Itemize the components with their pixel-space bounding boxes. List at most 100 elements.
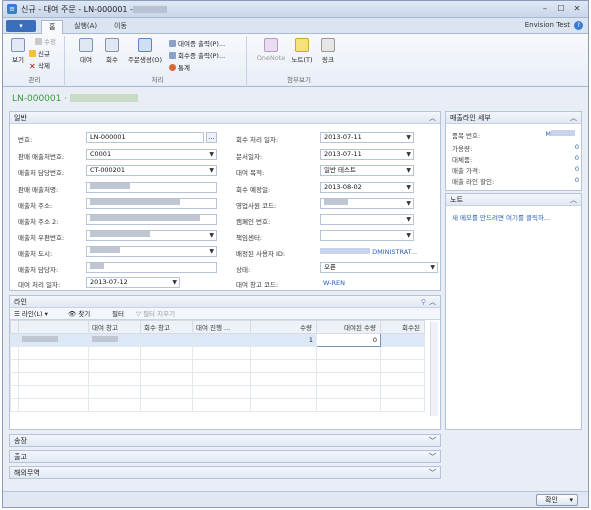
grid-cell[interactable] bbox=[140, 333, 193, 347]
tab-navigate[interactable]: 이동 bbox=[107, 20, 134, 34]
column-header[interactable]: 회수된 bbox=[380, 320, 425, 334]
foreign-trade-fasttab[interactable]: 해외무역 ﹀ bbox=[9, 466, 441, 479]
factbox-value[interactable]: 0 bbox=[575, 143, 579, 151]
return-date-field[interactable]: 2013-07-11 ▼ bbox=[320, 132, 414, 143]
expected-return-date-field[interactable]: 2013-08-02 ▼ bbox=[320, 182, 414, 193]
general-title: 일반 bbox=[14, 114, 27, 122]
chevron-down-icon: ﹀ bbox=[429, 469, 436, 477]
help-icon[interactable]: ? bbox=[574, 21, 583, 30]
row-selector-header bbox=[10, 320, 19, 334]
onenote-button[interactable]: OneNote bbox=[255, 38, 287, 62]
column-header[interactable]: 수량 bbox=[250, 320, 317, 334]
address-field[interactable] bbox=[86, 198, 217, 209]
edit-button[interactable]: 수정 bbox=[35, 37, 56, 47]
document-date-field[interactable]: 2013-07-11 ▼ bbox=[320, 149, 414, 160]
column-header[interactable]: 회수 창고 bbox=[140, 320, 193, 334]
new-button[interactable]: 신규 bbox=[29, 49, 50, 59]
create-order-button[interactable]: 주문생성(O) bbox=[125, 38, 165, 64]
factbox-value[interactable]: 0 bbox=[575, 165, 579, 173]
row-selector[interactable] bbox=[10, 333, 19, 347]
clear-filter-button[interactable]: ▽ 필터 지우기 bbox=[136, 309, 175, 319]
line-details-factbox: 매출라인 세부 ︿ 품목 번호: M 가용량: 0 대체품: 0 매출 가격: 0 매출… bbox=[445, 111, 582, 191]
lines-header[interactable]: 라인 ⚲ ︿ bbox=[10, 296, 440, 308]
table-row[interactable] bbox=[10, 346, 425, 360]
find-button[interactable]: 👁 찾기 bbox=[68, 309, 90, 319]
return-button[interactable]: 회수 bbox=[101, 38, 123, 64]
return-shipment-print-button[interactable]: 회수증 출력(P)... bbox=[169, 51, 225, 61]
salesperson-code-field[interactable]: ▼ bbox=[320, 198, 414, 209]
factbox-value[interactable]: 0 bbox=[575, 154, 579, 162]
chevron-down-icon: ▾ bbox=[42, 310, 48, 318]
column-header[interactable]: 대여된 수량 bbox=[316, 320, 381, 334]
onenote-icon bbox=[264, 38, 278, 52]
factbox-value[interactable]: M bbox=[545, 130, 575, 138]
rent-button[interactable]: 대여 bbox=[75, 38, 97, 64]
ok-button[interactable]: 확인 ▾ bbox=[536, 494, 578, 506]
new-note-link[interactable]: 새 메모를 만드려면 여기를 클릭하... bbox=[452, 212, 550, 222]
table-row[interactable] bbox=[10, 372, 425, 386]
no-field[interactable]: LN-000001 bbox=[86, 132, 204, 143]
purpose-field[interactable]: 일반 테스트 ▼ bbox=[320, 165, 414, 176]
notes-label: 노트(T) bbox=[291, 56, 313, 64]
table-row[interactable] bbox=[10, 398, 425, 412]
campaign-no-field[interactable]: ▼ bbox=[320, 214, 414, 225]
dropdown-icon: ▼ bbox=[430, 264, 435, 271]
rent-date-field[interactable]: 2013-07-12 ▼ bbox=[86, 277, 180, 288]
post-code-field[interactable]: ▼ bbox=[86, 230, 217, 241]
address2-field[interactable] bbox=[86, 214, 217, 225]
search-icon[interactable]: ⚲ bbox=[421, 296, 426, 308]
rented-quantity-cell[interactable]: 0 bbox=[316, 333, 381, 347]
field-label: 판매 매출처번호: bbox=[18, 153, 65, 161]
stats-button[interactable]: 통계 bbox=[169, 63, 190, 73]
contact-field[interactable] bbox=[86, 262, 217, 273]
minimize-button[interactable]: – bbox=[538, 3, 552, 15]
shipping-fasttab[interactable]: 출고 ﹀ bbox=[9, 450, 441, 463]
notes-header[interactable]: 노트 ︿ bbox=[446, 194, 581, 206]
customer-name-field[interactable] bbox=[86, 182, 217, 193]
edit-label: 수정 bbox=[44, 38, 56, 46]
column-header[interactable]: 대여 창고 bbox=[88, 320, 141, 334]
tab-home[interactable]: 홈 bbox=[41, 20, 64, 34]
edit-icon bbox=[35, 38, 42, 45]
tab-actions[interactable]: 실행(A) bbox=[67, 20, 104, 34]
column-header[interactable]: 대여 진행 ... bbox=[192, 320, 251, 334]
table-row[interactable] bbox=[10, 359, 425, 373]
status-field[interactable]: 오픈 ▼ bbox=[320, 262, 438, 273]
dropdown-icon: ▼ bbox=[406, 184, 411, 191]
table-row[interactable] bbox=[10, 385, 425, 399]
delete-button[interactable]: ✕ 삭제 bbox=[29, 61, 50, 71]
factbox-header[interactable]: 매출라인 세부 ︿ bbox=[446, 112, 581, 124]
assist-edit-button[interactable]: ... bbox=[206, 132, 217, 143]
quantity-cell[interactable]: 1 bbox=[250, 333, 317, 347]
maximize-button[interactable]: ☐ bbox=[554, 3, 568, 15]
grid-cell[interactable] bbox=[18, 333, 89, 347]
line-menu-button[interactable]: ☰ 라인(L) ▾ bbox=[14, 309, 48, 319]
rent-shipment-print-button[interactable]: 대여증 출력(P)... bbox=[169, 39, 225, 49]
filter-button[interactable]: 필터 bbox=[112, 309, 124, 319]
responsibility-center-field[interactable]: ▼ bbox=[320, 230, 414, 241]
app-menu-button[interactable]: ▾ bbox=[6, 20, 36, 32]
customer-no-field[interactable]: C0001 ▼ bbox=[86, 149, 217, 160]
column-header[interactable] bbox=[18, 320, 89, 334]
general-fasttab: 일반 ︿ 번호: 판매 매출처번호: 매출처 담당번호: 판매 매출처명: 매출… bbox=[9, 111, 441, 291]
general-header[interactable]: 일반 ︿ bbox=[10, 112, 440, 124]
vertical-scrollbar[interactable] bbox=[430, 322, 438, 416]
close-button[interactable]: ✕ bbox=[570, 3, 584, 15]
factbox-value[interactable]: 0 bbox=[575, 176, 579, 184]
view-button[interactable]: 보기 bbox=[7, 38, 29, 64]
view-label: 보기 bbox=[12, 56, 24, 64]
location-code-value[interactable]: W-REN bbox=[323, 279, 345, 287]
dropdown-icon: ▼ bbox=[209, 232, 214, 239]
grid-cell[interactable] bbox=[192, 333, 251, 347]
rental-order-window: ≡ 신규 - 대여 주문 - LN-000001 - – ☐ ✕ ▾ 홈 실행(… bbox=[2, 0, 589, 508]
grid-cell[interactable] bbox=[380, 333, 425, 347]
grid-cell[interactable] bbox=[88, 333, 141, 347]
invoicing-fasttab[interactable]: 송장 ﹀ bbox=[9, 434, 441, 447]
notes-title: 노트 bbox=[450, 196, 463, 204]
city-field[interactable]: ▼ bbox=[86, 246, 217, 257]
contact-no-field[interactable]: CT-000201 ▼ bbox=[86, 165, 217, 176]
factbox-title: 매출라인 세부 bbox=[450, 114, 491, 122]
table-row[interactable]: 1 0 bbox=[10, 333, 425, 347]
links-button[interactable]: 링크 bbox=[317, 38, 339, 64]
notes-button[interactable]: 노트(T) bbox=[289, 38, 315, 64]
